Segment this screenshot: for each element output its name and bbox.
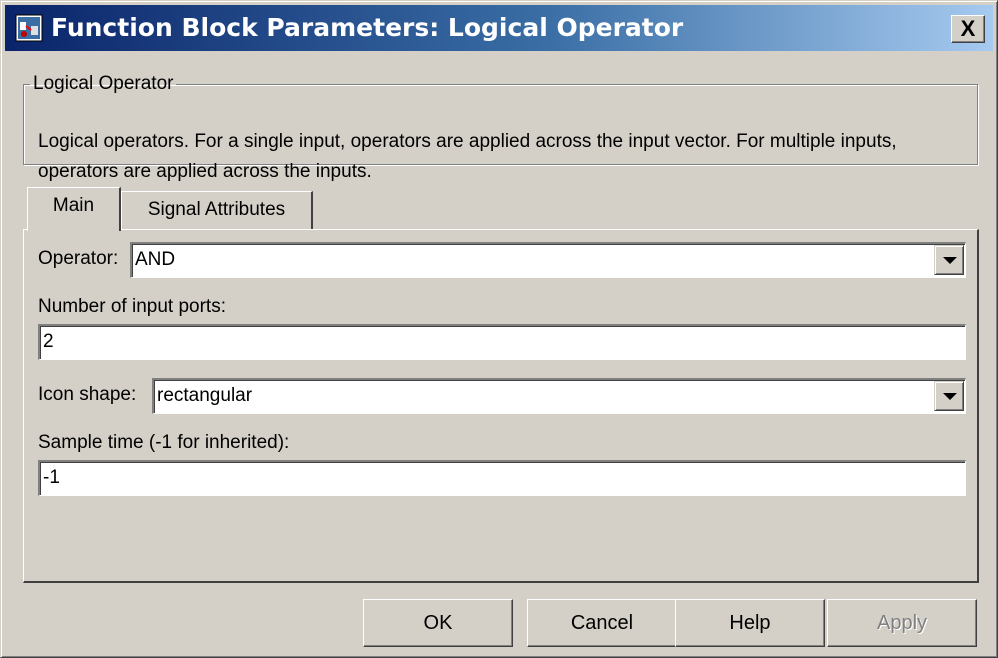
dialog-window: Function Block Parameters: Logical Opera… <box>0 0 998 658</box>
num-inputs-field[interactable]: 2 <box>38 324 966 360</box>
simulink-block-icon <box>15 14 43 42</box>
icon-shape-select[interactable]: rectangular <box>152 378 966 414</box>
num-inputs-label: Number of input ports: <box>38 296 226 317</box>
tab-panel-main: Operator: AND Number of input ports: 2 I… <box>23 229 979 583</box>
cancel-button[interactable]: Cancel <box>527 599 677 647</box>
group-title: Logical Operator <box>33 73 174 94</box>
sample-time-value: -1 <box>43 467 60 488</box>
chevron-down-icon <box>943 393 957 400</box>
operator-label: Operator: <box>38 248 119 269</box>
operator-select[interactable]: AND <box>130 242 966 278</box>
chevron-down-icon <box>943 257 957 264</box>
block-description: Logical operators. For a single input, o… <box>38 131 897 182</box>
help-button[interactable]: Help <box>675 599 825 647</box>
tab-main[interactable]: Main <box>27 187 121 231</box>
num-inputs-value: 2 <box>43 331 54 352</box>
description-group: Logical Operator Logical operators. For … <box>23 73 978 182</box>
icon-shape-dropdown-button[interactable] <box>934 381 964 411</box>
icon-shape-value: rectangular <box>157 385 253 406</box>
operator-value: AND <box>135 249 176 270</box>
close-button[interactable]: X <box>951 15 985 43</box>
sample-time-field[interactable]: -1 <box>38 460 966 496</box>
close-icon: X <box>960 16 976 41</box>
icon-shape-label: Icon shape: <box>38 384 137 405</box>
apply-button[interactable]: Apply <box>827 599 977 647</box>
title-bar[interactable]: Function Block Parameters: Logical Opera… <box>5 5 993 51</box>
ok-button[interactable]: OK <box>363 599 513 647</box>
tab-signal-attributes[interactable]: Signal Attributes <box>121 191 313 229</box>
sample-time-label: Sample time (-1 for inherited): <box>38 432 290 453</box>
operator-dropdown-button[interactable] <box>934 245 964 275</box>
window-title: Function Block Parameters: Logical Opera… <box>51 13 684 42</box>
